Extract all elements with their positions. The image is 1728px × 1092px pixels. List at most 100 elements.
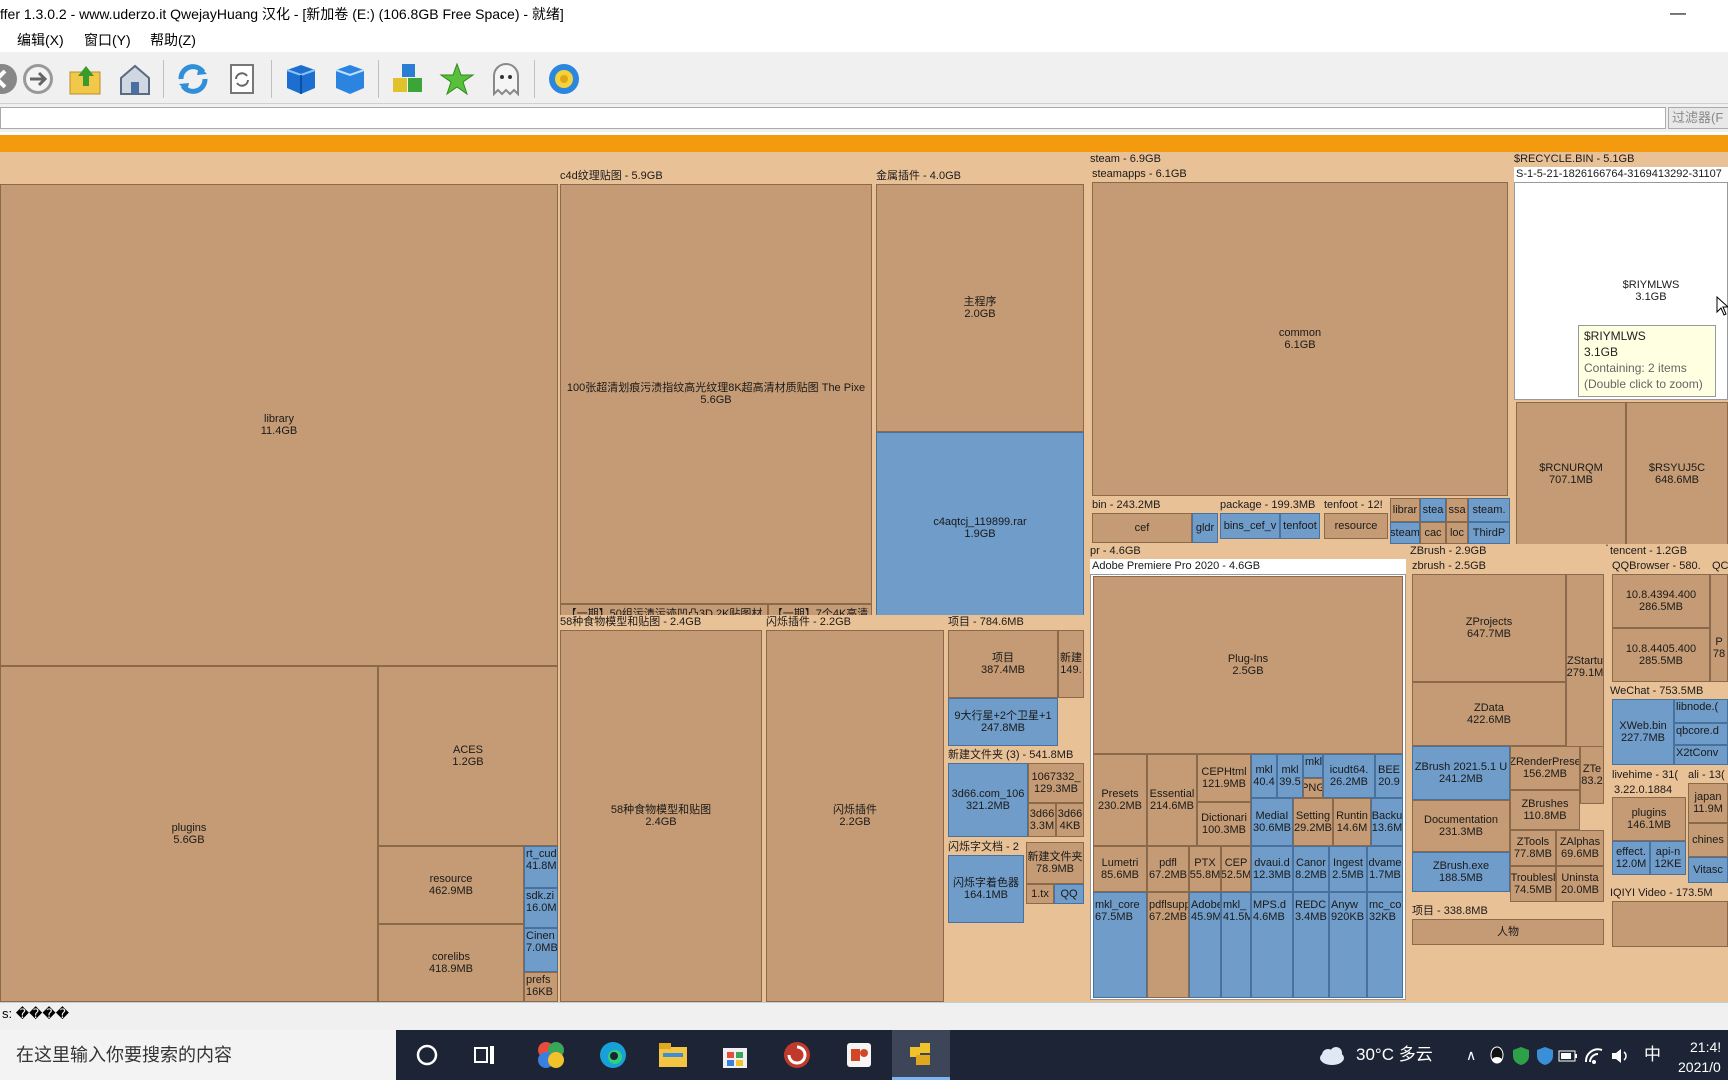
settings-gear-icon[interactable] (546, 61, 582, 97)
treemap-cell[interactable]: loc (1446, 522, 1468, 544)
treemap-cell[interactable]: Ingest 2.5MB (1329, 846, 1367, 892)
treemap-cell[interactable]: Canor 8.2MB (1293, 846, 1329, 892)
treemap-cell[interactable]: ZTools 77.8MB (1510, 830, 1556, 866)
weather-text[interactable]: 30°C 多云 (1356, 1030, 1433, 1080)
treemap-cell[interactable]: corelibs 418.9MB (378, 924, 524, 1002)
treemap-cell[interactable]: 项目 387.4MB (948, 630, 1058, 698)
edge-browser-icon[interactable] (584, 1030, 642, 1080)
treemap-cell[interactable]: libnode.( (1674, 699, 1728, 723)
treemap-cell[interactable]: 1067332_ 129.3MB (1028, 763, 1084, 803)
cortana-icon[interactable] (398, 1030, 456, 1080)
treemap-cell[interactable] (1612, 901, 1728, 947)
treemap-cell[interactable]: ZRenderPrese 156.2MB (1510, 746, 1580, 790)
treemap-cell[interactable]: Dictionari 100.3MB (1197, 802, 1251, 846)
treemap-cell[interactable]: QQ (1054, 884, 1084, 904)
treemap-cell[interactable]: ZStartu 279.1M (1566, 574, 1604, 760)
treemap-cell[interactable]: Runtin 14.6M (1333, 798, 1371, 846)
treemap-cell[interactable]: 58种食物模型和贴图 2.4GB (560, 630, 762, 1002)
treemap-cell[interactable]: 主程序 2.0GB (876, 184, 1084, 432)
treemap-cell[interactable]: Documentation 231.3MB (1412, 800, 1510, 852)
treemap-cell[interactable]: Troublesl 74.5MB (1510, 866, 1556, 902)
treemap-cell[interactable]: steam (1390, 522, 1420, 544)
treemap-cell[interactable]: plugins 146.1MB (1612, 797, 1686, 841)
treemap-cell[interactable]: Plug-Ins 2.5GB (1093, 576, 1403, 754)
minimize-button[interactable]: — (1670, 0, 1686, 28)
treemap-cell[interactable]: Essential 214.6MB (1147, 754, 1197, 846)
refresh-icon[interactable] (175, 61, 211, 97)
tray-shield-icon[interactable] (1536, 1030, 1554, 1080)
treemap-cell[interactable]: pdfl 67.2MB (1147, 846, 1189, 892)
treemap-cell[interactable]: mkl_core 67.5MB (1093, 892, 1147, 998)
treemap-cell[interactable]: Adobe 45.9M (1189, 892, 1221, 998)
treemap-cell[interactable]: 新建文件夹 78.9MB (1026, 842, 1084, 884)
treemap-cell[interactable]: resource (1324, 513, 1388, 539)
treemap-cell[interactable]: chines (1688, 823, 1728, 857)
back-icon[interactable] (0, 61, 20, 97)
treemap-cell[interactable]: stea (1420, 498, 1446, 522)
treemap-cell[interactable]: ZTe 83.2 (1580, 746, 1604, 804)
task-view-icon[interactable] (456, 1030, 514, 1080)
treemap-cell[interactable]: ZData 422.6MB (1412, 682, 1566, 746)
clock-date[interactable]: 2021/0 (1678, 1042, 1721, 1092)
treemap-cell[interactable]: effect. 12.0M (1612, 841, 1650, 875)
menu-help[interactable]: 帮助(Z) (150, 28, 196, 52)
treemap-cell[interactable]: 闪烁插件 2.2GB (766, 630, 944, 1002)
treemap-cell[interactable]: gldr (1192, 513, 1218, 543)
treemap-cell[interactable]: plugins 5.6GB (0, 666, 378, 1002)
treemap-cell[interactable]: 3d66 4KB (1056, 803, 1084, 837)
treemap-cell[interactable]: Lumetri 85.6MB (1093, 846, 1147, 892)
treemap-cell[interactable]: P 78 (1710, 574, 1728, 682)
treemap-cell[interactable]: Cinen 7.0MB (524, 928, 558, 972)
treemap-cell[interactable]: icudt64. 26.2MB (1323, 754, 1375, 798)
treemap-cell[interactable]: ZBrushes 110.8MB (1510, 790, 1580, 830)
treemap-cell[interactable]: c4aqtcj_119899.rar 1.9GB (876, 432, 1084, 624)
treemap-cell[interactable]: 新建 149. (1058, 630, 1084, 698)
treemap-cell[interactable]: PTX 55.8M (1189, 846, 1221, 892)
treemap-cell[interactable]: Backu 13.6M (1371, 798, 1403, 846)
wifi-icon[interactable] (1584, 1030, 1604, 1080)
treemap-cell[interactable]: 10.8.4405.400 285.5MB (1612, 628, 1710, 682)
treemap-cell[interactable]: ZAlphas 69.6MB (1556, 830, 1604, 866)
powerpoint-icon[interactable] (830, 1030, 888, 1080)
treemap-cell[interactable]: mkl 40.4 (1251, 754, 1277, 798)
ime-indicator[interactable]: 中 (1644, 1030, 1661, 1080)
forward-icon[interactable] (20, 61, 56, 97)
treemap-cell[interactable]: 人物 (1412, 919, 1604, 945)
treemap-cell[interactable]: dvaui.d 12.3MB (1251, 846, 1293, 892)
treemap-cell[interactable]: $RSYUJ5C 648.6MB (1626, 402, 1728, 546)
treemap-cell[interactable]: librar (1390, 498, 1420, 522)
menu-window[interactable]: 窗口(Y) (84, 28, 131, 52)
treemap-cell[interactable]: 1.tx (1026, 884, 1054, 904)
tray-qq-icon[interactable] (1488, 1030, 1506, 1080)
treemap-cell[interactable]: 闪烁字着色器 164.1MB (948, 855, 1024, 923)
treemap-cell[interactable]: 3d66.com_106 321.2MB (948, 763, 1028, 837)
treemap-cell[interactable]: ZBrush.exe 188.5MB (1412, 852, 1510, 892)
treemap-cell[interactable]: XWeb.bin 227.7MB (1612, 699, 1674, 765)
blue-cube-icon[interactable] (283, 61, 319, 97)
treemap-cell[interactable]: ACES 1.2GB (378, 666, 558, 846)
treemap-cell[interactable]: japan 11.9M (1688, 783, 1728, 823)
treemap-cell[interactable]: mkl_ 41.5M (1221, 892, 1251, 998)
treemap-cell[interactable]: PNG (1303, 778, 1323, 798)
taskbar-search-box[interactable]: 在这里输入你要搜索的内容 (0, 1030, 396, 1080)
red-swirl-app-icon[interactable] (768, 1030, 826, 1080)
treemap-cell[interactable]: 10.8.4394.400 286.5MB (1612, 574, 1710, 628)
treemap-cell[interactable]: Setting 29.2MB (1293, 798, 1333, 846)
treemap-cell[interactable]: Presets 230.2MB (1093, 754, 1147, 846)
volume-icon[interactable] (1610, 1030, 1630, 1080)
treemap-cell[interactable]: api-n 12KE (1650, 841, 1686, 875)
treemap-cell[interactable]: qbcore.d (1674, 723, 1728, 745)
treemap-cell[interactable]: 9大行星+2个卫星+1 247.8MB (948, 698, 1058, 746)
treemap-cell[interactable]: library 11.4GB (0, 184, 558, 666)
tray-security-icon[interactable] (1512, 1030, 1530, 1080)
weather-icon[interactable] (1318, 1030, 1346, 1080)
treemap-cell[interactable]: cef (1092, 513, 1192, 543)
home-icon[interactable] (117, 61, 153, 97)
treemap-cell[interactable]: Uninsta 20.0MB (1556, 866, 1604, 902)
treemap-cell[interactable]: prefs 16KB (524, 972, 558, 1002)
filter-button[interactable]: 过滤器(F (1668, 107, 1728, 129)
treemap-cell[interactable]: mc_cor 32KB (1367, 892, 1403, 998)
treemap-cell[interactable]: X2tConv (1674, 745, 1728, 765)
star-icon[interactable] (439, 61, 475, 97)
treemap-cell[interactable]: Anyw 920KB (1329, 892, 1367, 998)
